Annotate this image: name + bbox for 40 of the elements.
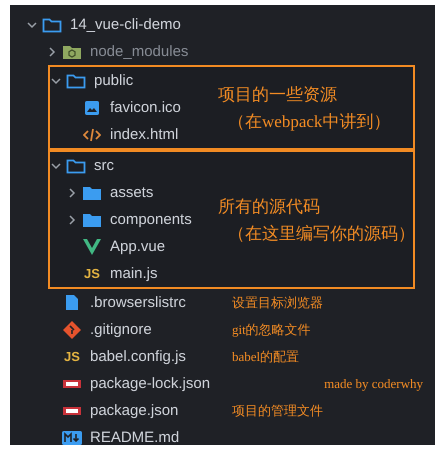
file-name[interactable]: README.md — [90, 429, 180, 445]
file-name[interactable]: src — [94, 157, 114, 174]
annotation: git的忽略文件 — [232, 320, 312, 338]
code-icon — [83, 128, 101, 142]
js-icon: JS — [84, 266, 100, 281]
file-name[interactable]: node_modules — [90, 43, 188, 60]
js-icon: JS — [64, 349, 80, 364]
annotation: （在webpack中讲到） — [228, 110, 392, 132]
file-icon — [65, 294, 79, 311]
file-name[interactable]: package-lock.json — [90, 375, 210, 392]
file-name[interactable]: favicon.ico — [110, 99, 181, 116]
file-name[interactable]: components — [110, 211, 192, 228]
annotation: 项目的一些资源 — [218, 84, 338, 106]
annotation: 设置目标浏览器 — [232, 294, 324, 312]
annotation: 所有的源代码 — [218, 196, 321, 218]
file-name[interactable]: .gitignore — [90, 321, 152, 338]
file-name[interactable]: .browserslistrc — [90, 294, 186, 311]
annotation: （在这里编写你的源码） — [228, 222, 415, 244]
vue-icon — [83, 238, 101, 254]
folder-icon — [66, 158, 86, 174]
folder-icon — [42, 16, 62, 32]
file-name[interactable]: assets — [110, 184, 154, 201]
file-name[interactable]: App.vue — [110, 238, 166, 255]
file-name[interactable]: main.js — [110, 265, 158, 282]
file-name[interactable]: package.json — [90, 402, 178, 419]
npm-icon — [63, 406, 81, 414]
file-name[interactable]: public — [94, 72, 134, 89]
folder-icon — [82, 212, 102, 228]
file-name[interactable]: babel.config.js — [90, 348, 186, 365]
folder-icon — [62, 44, 82, 60]
folder-icon — [66, 72, 86, 88]
annotation: 项目的管理文件 — [232, 402, 324, 420]
credit-text: made by coderwhy — [324, 376, 423, 392]
file-name[interactable]: 14_vue-cli-demo — [70, 16, 181, 33]
file-name[interactable]: index.html — [110, 126, 178, 143]
annotation: babel的配置 — [232, 348, 300, 366]
image-icon — [84, 100, 100, 116]
folder-icon — [82, 184, 102, 200]
npm-icon — [63, 380, 81, 388]
git-icon — [63, 320, 81, 338]
